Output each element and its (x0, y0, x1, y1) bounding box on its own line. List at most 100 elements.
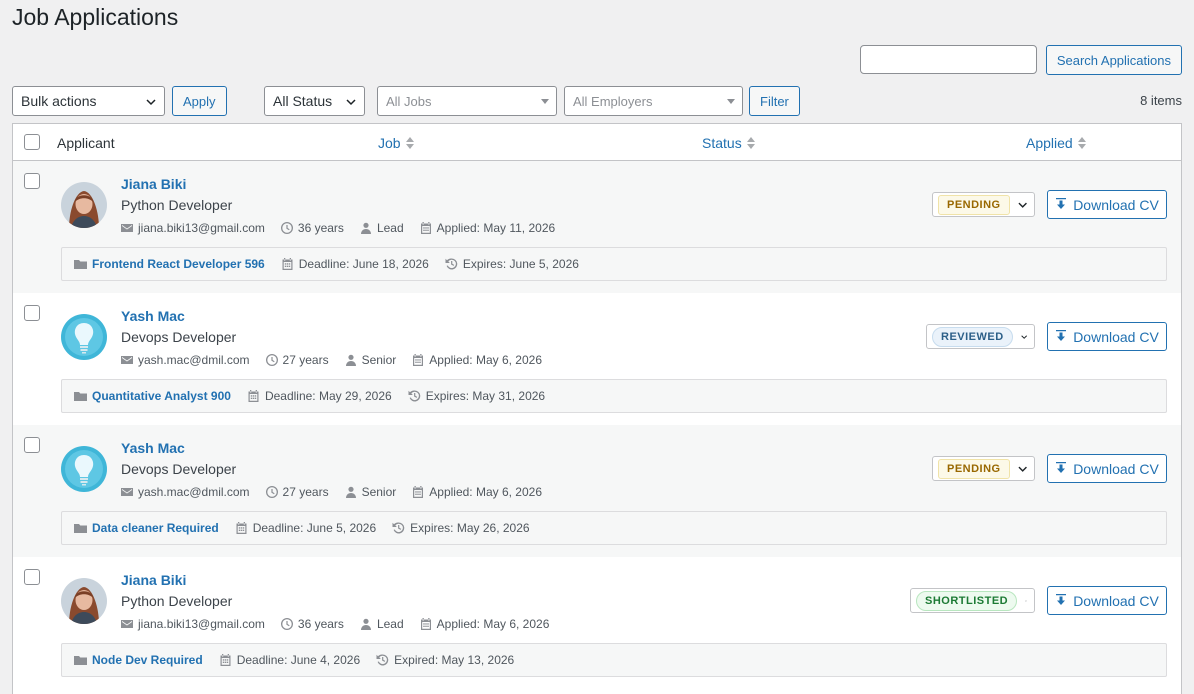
level-item: Lead (360, 617, 404, 631)
deadline-item: Deadline: May 29, 2026 (247, 389, 392, 403)
applied-date-text: Applied: May 6, 2026 (429, 485, 543, 499)
job-item: Node Dev Required (74, 653, 203, 667)
applicant-role: Devops Developer (121, 329, 237, 345)
search-applications-button[interactable]: Search Applications (1045, 45, 1182, 75)
jobs-filter-select[interactable]: All Jobs (377, 86, 557, 116)
history-icon (392, 522, 405, 534)
applicant-name-link[interactable]: Yash Mac (121, 308, 185, 324)
expires-text: Expires: May 26, 2026 (410, 521, 530, 535)
applicant-meta: yash.mac@dmil.com 27 years Senior Applie… (121, 353, 542, 367)
user-icon (345, 354, 356, 366)
envelope-icon (121, 356, 133, 364)
status-select[interactable]: PENDING (932, 192, 1035, 217)
applicant-role: Python Developer (121, 593, 233, 609)
user-icon (360, 222, 371, 234)
sort-icon (1077, 137, 1086, 149)
job-item: Quantitative Analyst 900 (74, 389, 231, 403)
envelope-icon (121, 488, 133, 496)
applied-date-text: Applied: May 6, 2026 (436, 617, 550, 631)
dropdown-arrow-icon (541, 99, 549, 104)
job-link[interactable]: Quantitative Analyst 900 (92, 389, 231, 403)
apply-button[interactable]: Apply (172, 86, 227, 116)
age-text: 27 years (282, 353, 329, 367)
search-input[interactable] (859, 45, 1037, 74)
download-cv-button[interactable]: Download CV (1047, 586, 1167, 615)
jobs-filter-label: All Jobs (386, 93, 432, 109)
applied-date-text: Applied: May 11, 2026 (436, 221, 556, 235)
folder-icon (74, 524, 87, 533)
employers-filter-label: All Employers (573, 93, 653, 109)
job-link[interactable]: Data cleaner Required (92, 521, 219, 535)
deadline-item: Deadline: June 4, 2026 (219, 653, 360, 667)
row-checkbox[interactable] (24, 173, 40, 189)
status-filter-select[interactable]: All Status (264, 86, 365, 116)
employers-filter-select[interactable]: All Employers (564, 86, 743, 116)
status-filter-label: All Status (273, 93, 333, 109)
applicant-name-link[interactable]: Jiana Biki (121, 572, 186, 588)
job-item: Data cleaner Required (74, 521, 219, 535)
job-info-bar: Frontend React Developer 596 Deadline: J… (61, 247, 1167, 281)
expires-item: Expires: June 5, 2026 (445, 257, 579, 271)
calendar-icon (420, 618, 431, 630)
calendar-icon (282, 258, 293, 270)
download-cv-button[interactable]: Download CV (1047, 190, 1167, 219)
clock-icon (265, 486, 278, 498)
column-applied-sort[interactable]: Applied (1026, 135, 1086, 151)
row-checkbox[interactable] (24, 305, 40, 321)
row-checkbox[interactable] (24, 569, 40, 585)
column-job-label: Job (378, 135, 401, 151)
age-text: 36 years (297, 221, 344, 235)
applied-date-item: Applied: May 11, 2026 (420, 221, 556, 235)
download-cv-button[interactable]: Download CV (1047, 454, 1167, 483)
select-all-checkbox[interactable] (24, 134, 40, 150)
calendar-icon (420, 222, 431, 234)
column-job-sort[interactable]: Job (378, 135, 414, 151)
age-item: 36 years (280, 617, 344, 631)
history-icon (376, 654, 389, 666)
bulk-actions-select[interactable]: Bulk actions (12, 86, 165, 116)
history-icon (445, 258, 458, 270)
folder-icon (74, 392, 87, 401)
status-select[interactable]: REVIEWED (926, 324, 1035, 349)
bulk-actions-label: Bulk actions (21, 93, 97, 109)
calendar-icon (248, 390, 259, 402)
chevron-down-icon (1020, 334, 1027, 339)
download-cv-label: Download CV (1073, 328, 1159, 345)
table-nav: Bulk actions Apply All Status All Jobs A… (12, 86, 1182, 116)
email-text: yash.mac@dmil.com (138, 353, 250, 367)
age-text: 27 years (282, 485, 329, 499)
filter-button[interactable]: Filter (749, 86, 800, 116)
applied-date-text: Applied: May 6, 2026 (429, 353, 543, 367)
column-status-sort[interactable]: Status (702, 135, 755, 151)
email-text: yash.mac@dmil.com (138, 485, 250, 499)
expires-item: Expired: May 13, 2026 (376, 653, 514, 667)
status-select[interactable]: PENDING (932, 456, 1035, 481)
applicant-role: Python Developer (121, 197, 233, 213)
applicant-name-link[interactable]: Jiana Biki (121, 176, 186, 192)
history-icon (408, 390, 420, 402)
download-cv-button[interactable]: Download CV (1047, 322, 1167, 351)
clock-icon (265, 354, 278, 366)
deadline-text: Deadline: June 4, 2026 (236, 653, 361, 667)
applicant-name-link[interactable]: Yash Mac (121, 440, 185, 456)
status-select[interactable]: SHORTLISTED (910, 588, 1035, 613)
applicant-meta: yash.mac@dmil.com 27 years Senior Applie… (121, 485, 542, 499)
email-item: jiana.biki13@gmail.com (121, 617, 265, 631)
age-item: 36 years (280, 221, 344, 235)
applied-date-item: Applied: May 6, 2026 (412, 485, 542, 499)
avatar (61, 314, 107, 360)
job-info-bar: Node Dev Required Deadline: June 4, 2026… (61, 643, 1167, 677)
clock-icon (280, 618, 293, 630)
applicant-role: Devops Developer (121, 461, 237, 477)
deadline-text: Deadline: June 5, 2026 (252, 521, 377, 535)
deadline-text: Deadline: May 29, 2026 (264, 389, 392, 403)
row-checkbox[interactable] (24, 437, 40, 453)
applicant-meta: jiana.biki13@gmail.com 36 years Lead App… (121, 617, 549, 631)
email-text: jiana.biki13@gmail.com (138, 221, 265, 235)
job-link[interactable]: Frontend React Developer 596 (92, 257, 265, 271)
job-link[interactable]: Node Dev Required (92, 653, 203, 667)
chevron-down-icon (346, 99, 356, 106)
expires-item: Expires: May 26, 2026 (392, 521, 530, 535)
chevron-down-icon (1025, 600, 1027, 602)
column-applicant: Applicant (57, 135, 115, 151)
